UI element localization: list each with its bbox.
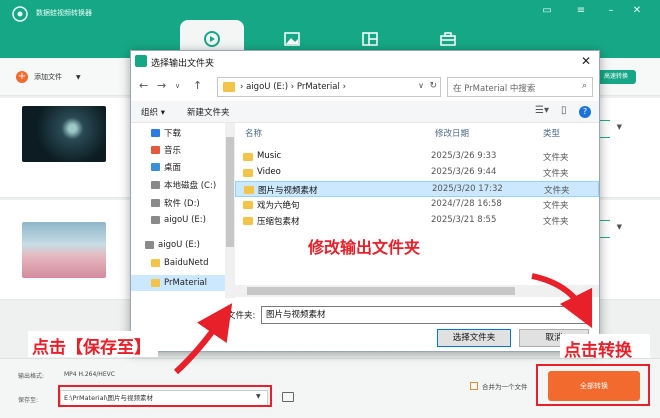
search-icon[interactable]: ⌕: [582, 81, 587, 91]
chevron-down-icon[interactable]: ∨: [418, 81, 424, 90]
folder-icon: [244, 186, 254, 194]
image-icon: [284, 32, 300, 46]
drive-icon: [151, 216, 160, 224]
breadcrumb[interactable]: › aigoU (E:) › PrMaterial ›: [240, 82, 346, 92]
open-folder-icon[interactable]: [282, 392, 294, 402]
save-to-label: 保存至:: [18, 397, 39, 404]
file-row[interactable]: Music 2025/3/26 9:33 文件夹: [235, 149, 599, 165]
app-logo-icon: [12, 6, 28, 22]
nav-item[interactable]: aigoU (E:): [145, 240, 200, 250]
convert-highlight: [536, 364, 650, 406]
download-icon: [151, 129, 160, 137]
merge-checkbox[interactable]: 合并为一个文件: [470, 381, 528, 391]
drive-icon: [145, 241, 154, 249]
column-header-type[interactable]: 类型: [543, 127, 560, 139]
nav-item[interactable]: 下载: [151, 127, 181, 139]
checkbox[interactable]: [470, 382, 478, 390]
recent-chevron-icon[interactable]: ∨: [175, 82, 180, 90]
folder-input[interactable]: 图片与视频素材: [261, 306, 587, 324]
app-logo-icon: [135, 55, 147, 67]
forward-arrow-icon[interactable]: →: [157, 79, 166, 92]
chevron-down-icon[interactable]: ▼: [617, 123, 622, 131]
back-arrow-icon[interactable]: ←: [139, 79, 148, 92]
address-row: ← → ∨ ↑ › aigoU (E:) › PrMaterial › ∨ ↻ …: [131, 73, 599, 101]
dialog-title: 选择输出文件夹: [151, 59, 215, 69]
select-folder-button[interactable]: 选择文件夹: [437, 329, 511, 347]
nav-item[interactable]: 本地磁盘 (C:): [151, 179, 216, 191]
nav-item-selected[interactable]: PrMaterial: [131, 275, 225, 291]
output-format-label: 输出格式:: [18, 373, 45, 380]
minimize-icon[interactable]: –: [604, 5, 618, 16]
convert-icon: [204, 31, 220, 47]
drive-icon: [151, 199, 160, 207]
desktop-icon: [151, 163, 160, 171]
preview-pane-icon[interactable]: ▯: [561, 105, 567, 116]
folder-icon: [243, 217, 253, 225]
folder-icon: [243, 201, 253, 209]
address-bar[interactable]: › aigoU (E:) › PrMaterial › ∨ ↻: [217, 77, 441, 97]
collage-icon: [362, 32, 378, 46]
file-row[interactable]: 戏为六绝句 2024/7/28 16:58 文件夹: [235, 197, 599, 213]
close-icon[interactable]: ✕: [581, 54, 591, 68]
folder-icon: [151, 259, 160, 267]
file-row[interactable]: 压缩包素材 2025/3/21 8:55 文件夹: [235, 213, 599, 229]
save-path-highlight: [58, 385, 272, 407]
annotation-click-save: 点击【保存至】: [32, 338, 151, 358]
add-file-label: 添加文件: [34, 73, 62, 81]
select-folder-dialog: 选择输出文件夹 ✕ ← → ∨ ↑ › aigoU (E:) › PrMater…: [130, 50, 600, 352]
folder-row: 文件夹: 图片与视频素材: [131, 303, 599, 325]
file-row[interactable]: Video 2025/3/26 9:44 文件夹: [235, 165, 599, 181]
file-row-selected[interactable]: 图片与视频素材 2025/3/20 17:32 文件夹: [235, 181, 599, 197]
organize-button[interactable]: 组织 ▾: [141, 106, 165, 118]
help-icon[interactable]: ?: [579, 106, 591, 118]
annotation-modify-folder: 修改输出文件夹: [308, 238, 421, 257]
drive-icon: [151, 181, 160, 189]
annotation-click-convert: 点击转换: [564, 341, 632, 361]
search-box[interactable]: 在 PrMaterial 中搜索 ⌕: [447, 77, 593, 97]
scrollbar-thumb[interactable]: [226, 137, 234, 247]
folder-icon: [243, 169, 253, 177]
refresh-icon[interactable]: ↻: [429, 81, 437, 91]
nav-item[interactable]: 桌面: [151, 161, 181, 173]
music-icon: [151, 146, 160, 154]
new-folder-button[interactable]: 新建文件夹: [187, 106, 230, 118]
nav-item[interactable]: BaiduNetd: [151, 258, 209, 268]
menu-icon[interactable]: ≡: [574, 5, 588, 16]
dialog-titlebar: 选择输出文件夹 ✕: [131, 51, 599, 73]
folder-icon: [223, 82, 235, 92]
output-format-select[interactable]: MP4 H.264/HEVC: [64, 371, 115, 378]
add-file-button[interactable]: + 添加文件 ▼: [16, 71, 81, 83]
chevron-down-icon[interactable]: ▼: [617, 223, 622, 231]
search-input[interactable]: 在 PrMaterial 中搜索: [453, 82, 535, 94]
nav-scrollbar[interactable]: [225, 123, 235, 298]
close-icon[interactable]: ✕: [630, 5, 644, 16]
navigation-pane: 下载 音乐 桌面 本地磁盘 (C:) 软件 (D:) aigoU (E:) ai…: [131, 123, 225, 298]
up-arrow-icon[interactable]: ↑: [193, 79, 202, 92]
nav-item[interactable]: 音乐: [151, 144, 181, 156]
feedback-icon[interactable]: ▭: [540, 5, 554, 16]
file-list-scrollbar[interactable]: [235, 285, 599, 297]
toolbox-icon: [440, 32, 456, 46]
app-title: 数据蛙视频转换器: [36, 9, 92, 17]
chevron-down-icon: ▼: [76, 73, 81, 81]
column-header-name[interactable]: 名称: [245, 127, 262, 139]
video-thumbnail[interactable]: [22, 222, 106, 278]
plus-icon: +: [16, 71, 28, 83]
scrollbar-thumb[interactable]: [247, 287, 515, 295]
video-thumbnail[interactable]: [22, 106, 106, 162]
command-bar: 组织 ▾ 新建文件夹 ☰▾ ▯ ?: [131, 101, 599, 123]
folder-icon: [151, 279, 160, 287]
folder-label: 文件夹:: [227, 311, 256, 321]
view-options-icon[interactable]: ☰▾: [535, 105, 549, 116]
nav-item[interactable]: aigoU (E:): [151, 215, 206, 225]
merge-label: 合并为一个文件: [482, 383, 528, 391]
column-header-date[interactable]: 修改日期: [435, 127, 469, 139]
folder-icon: [243, 153, 253, 161]
nav-item[interactable]: 软件 (D:): [151, 197, 200, 209]
